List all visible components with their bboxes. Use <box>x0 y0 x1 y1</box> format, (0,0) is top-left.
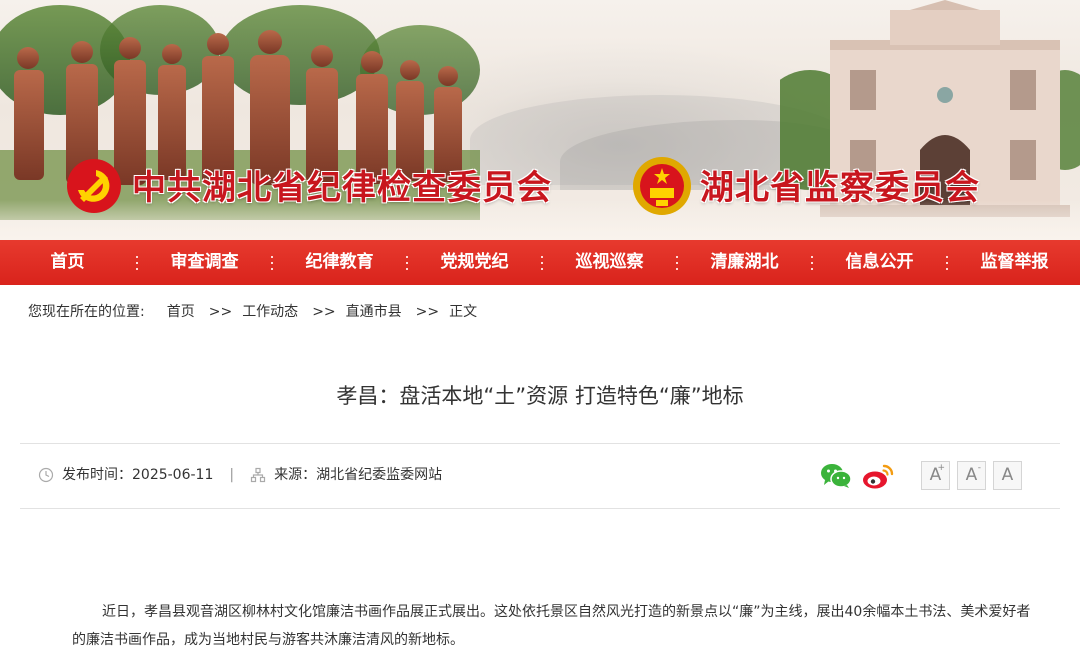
nav-item-home[interactable]: 首页 <box>0 240 135 285</box>
sitemap-icon <box>250 467 266 483</box>
meta-divider: | <box>229 467 235 483</box>
publish-date: 2025-06-11 <box>132 467 214 483</box>
main-nav: 首页 审查调查 纪律教育 党规党纪 巡视巡察 清廉湖北 信息公开 监督举报 <box>0 240 1080 285</box>
article-meta: 发布时间： 2025-06-11 | 来源： 湖北省纪委监委网站 <box>38 463 442 487</box>
breadcrumb-prefix: 您现在所在的位置: <box>28 304 145 320</box>
national-emblem-icon <box>633 157 691 215</box>
nav-item-inspection[interactable]: 巡视巡察 <box>544 240 675 285</box>
article-title: 孝昌：盘活本地“土”资源 打造特色“廉”地标 <box>336 384 744 408</box>
party-emblem-icon <box>67 159 121 213</box>
banner-title-discipline-commission: 中共湖北省纪律检查委员会 <box>132 168 552 208</box>
breadcrumb-work-news-link[interactable]: 工作动态 <box>242 300 298 324</box>
article-paragraph: 近日，孝昌县观音湖区柳林村文化馆廉洁书画作品展正式展出。这处依托景区自然风光打造… <box>72 604 1031 648</box>
weibo-icon[interactable] <box>862 462 894 490</box>
nav-item-report[interactable]: 监督举报 <box>949 240 1080 285</box>
nav-item-discipline-education[interactable]: 纪律教育 <box>274 240 405 285</box>
breadcrumb-separator: >> <box>312 304 336 320</box>
nav-item-party-rules[interactable]: 党规党纪 <box>409 240 540 285</box>
share-buttons <box>820 462 894 490</box>
breadcrumb-separator: >> <box>208 304 233 320</box>
nav-item-clean-hubei[interactable]: 清廉湖北 <box>679 240 810 285</box>
breadcrumb-current: 正文 <box>449 304 478 320</box>
breadcrumb-home-link[interactable]: 首页 <box>167 300 195 324</box>
wechat-icon[interactable] <box>820 463 852 489</box>
minus-mark: - <box>977 463 981 473</box>
breadcrumb-cities-counties-link[interactable]: 直通市县 <box>346 300 402 324</box>
font-decrease-button[interactable]: A- <box>957 461 986 490</box>
font-button-letter: A <box>1001 465 1014 485</box>
nav-item-information-disclosure[interactable]: 信息公开 <box>814 240 945 285</box>
font-increase-button[interactable]: A + <box>921 461 950 490</box>
font-button-letter: A <box>965 465 978 485</box>
publish-time-label: 发布时间： <box>62 467 132 483</box>
nav-item-investigation[interactable]: 审查调查 <box>139 240 270 285</box>
clock-icon <box>38 467 54 483</box>
plus-mark: + <box>937 463 945 473</box>
article-body: 近日，孝昌县观音湖区柳林村文化馆廉洁书画作品展正式展出。这处依托景区自然风光打造… <box>72 598 1032 654</box>
source-label: 来源： <box>274 467 317 483</box>
font-reset-button[interactable]: A <box>993 461 1022 490</box>
breadcrumb-separator: >> <box>415 304 440 320</box>
font-size-controls: A + A- A <box>921 461 1029 490</box>
header-banner: 中共湖北省纪律检查委员会 湖北省监察委员会 <box>0 0 1080 240</box>
breadcrumb: 您现在所在的位置: 首页 >> 工作动态 >> 直通市县 >> 正文 <box>28 300 477 324</box>
divider <box>20 443 1060 444</box>
source-name: 湖北省纪委监委网站 <box>316 467 443 483</box>
banner-title-supervisory-commission: 湖北省监察委员会 <box>700 168 980 208</box>
divider <box>20 508 1060 509</box>
